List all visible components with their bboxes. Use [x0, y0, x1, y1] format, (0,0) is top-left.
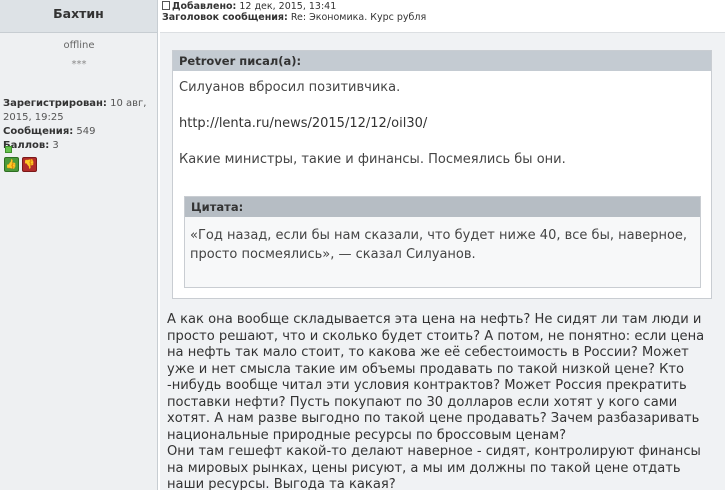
- thumbs-up-icon[interactable]: 👍: [4, 157, 19, 172]
- registered-label: Зарегистрирован:: [3, 98, 107, 109]
- added-label: Добавлено:: [172, 1, 237, 12]
- nested-quote-text: «Год назад, если бы нам сказали, что буд…: [190, 228, 688, 262]
- author-name[interactable]: Бахтин: [0, 0, 158, 33]
- points-value: 3: [52, 140, 59, 151]
- post-body: Petrover писал(а): Силуанов вбросил пози…: [160, 33, 725, 490]
- quote-block: Petrover писал(а): Силуанов вбросил пози…: [172, 50, 712, 299]
- subject-value: Re: Экономика. Курс рубля: [290, 12, 427, 23]
- nested-quote-block: Цитата: «Год назад, если бы нам сказали,…: [184, 196, 701, 288]
- message-paragraph: Они там гешефт какой-то делают наверное …: [167, 444, 701, 490]
- status-indicator-icon: [5, 146, 12, 153]
- quote-line: Силуанов вбросил позитивчика.: [179, 80, 401, 95]
- rank-stars: ***: [71, 59, 87, 70]
- quote-header: Petrover писал(а):: [173, 51, 711, 71]
- quote-line: Какие министры, такие и финансы. Посмеял…: [179, 152, 566, 167]
- nested-quote-header: Цитата:: [185, 197, 700, 217]
- post-header: Добавлено: 12 дек, 2015, 13:41 Заголовок…: [160, 0, 725, 33]
- online-status: offline: [63, 40, 95, 51]
- post-message: А как она вообще складывается эта цена н…: [167, 312, 715, 490]
- thumbs-down-icon[interactable]: 👎: [22, 157, 37, 172]
- author-sidebar: offline *** Зарегистрирован: 10 авг, 201…: [0, 33, 158, 490]
- added-value: 12 дек, 2015, 13:41: [239, 1, 337, 12]
- messages-label: Сообщения:: [3, 126, 74, 137]
- messages-value: 549: [76, 126, 96, 137]
- message-paragraph: А как она вообще складывается эта цена н…: [167, 312, 705, 443]
- quote-text: Силуанов вбросил позитивчика. http://len…: [173, 71, 711, 168]
- subject-label: Заголовок сообщения:: [162, 12, 288, 23]
- post-link-icon[interactable]: [162, 1, 170, 10]
- author-info: Зарегистрирован: 10 авг, 2015, 19:25 Соо…: [3, 97, 155, 153]
- quote-link[interactable]: http://lenta.ru/news/2015/12/12/oil30/: [179, 116, 427, 131]
